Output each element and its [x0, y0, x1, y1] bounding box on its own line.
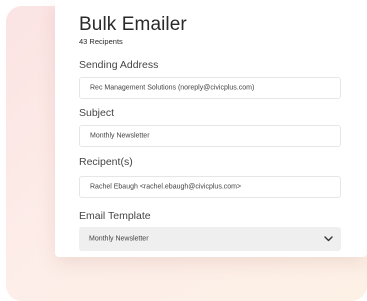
- subject-label: Subject: [79, 107, 115, 119]
- chevron-down-icon[interactable]: [324, 236, 333, 242]
- email-template-value: Monthly Newsletter: [89, 235, 149, 243]
- bulk-emailer-card: Bulk Emailer 43 Recipents Sending Addres…: [55, 0, 367, 257]
- sending-address-field[interactable]: Rec Management Solutions (noreply@civicp…: [79, 77, 341, 99]
- sending-address-value: Rec Management Solutions (noreply@civicp…: [90, 84, 255, 92]
- recipients-count: 43 Recipents: [79, 37, 123, 46]
- email-template-label: Email Template: [79, 210, 151, 222]
- recipients-label: Recipent(s): [79, 156, 133, 168]
- subject-value: Monthly Newsletter: [90, 132, 150, 140]
- recipients-field[interactable]: Rachel Ebaugh <rachel.ebaugh@civicplus.c…: [79, 176, 341, 198]
- page-title: Bulk Emailer: [79, 14, 187, 35]
- recipients-value: Rachel Ebaugh <rachel.ebaugh@civicplus.c…: [90, 183, 242, 191]
- sending-address-label: Sending Address: [79, 59, 159, 71]
- subject-field[interactable]: Monthly Newsletter: [79, 125, 341, 147]
- email-template-select[interactable]: Monthly Newsletter: [79, 227, 341, 251]
